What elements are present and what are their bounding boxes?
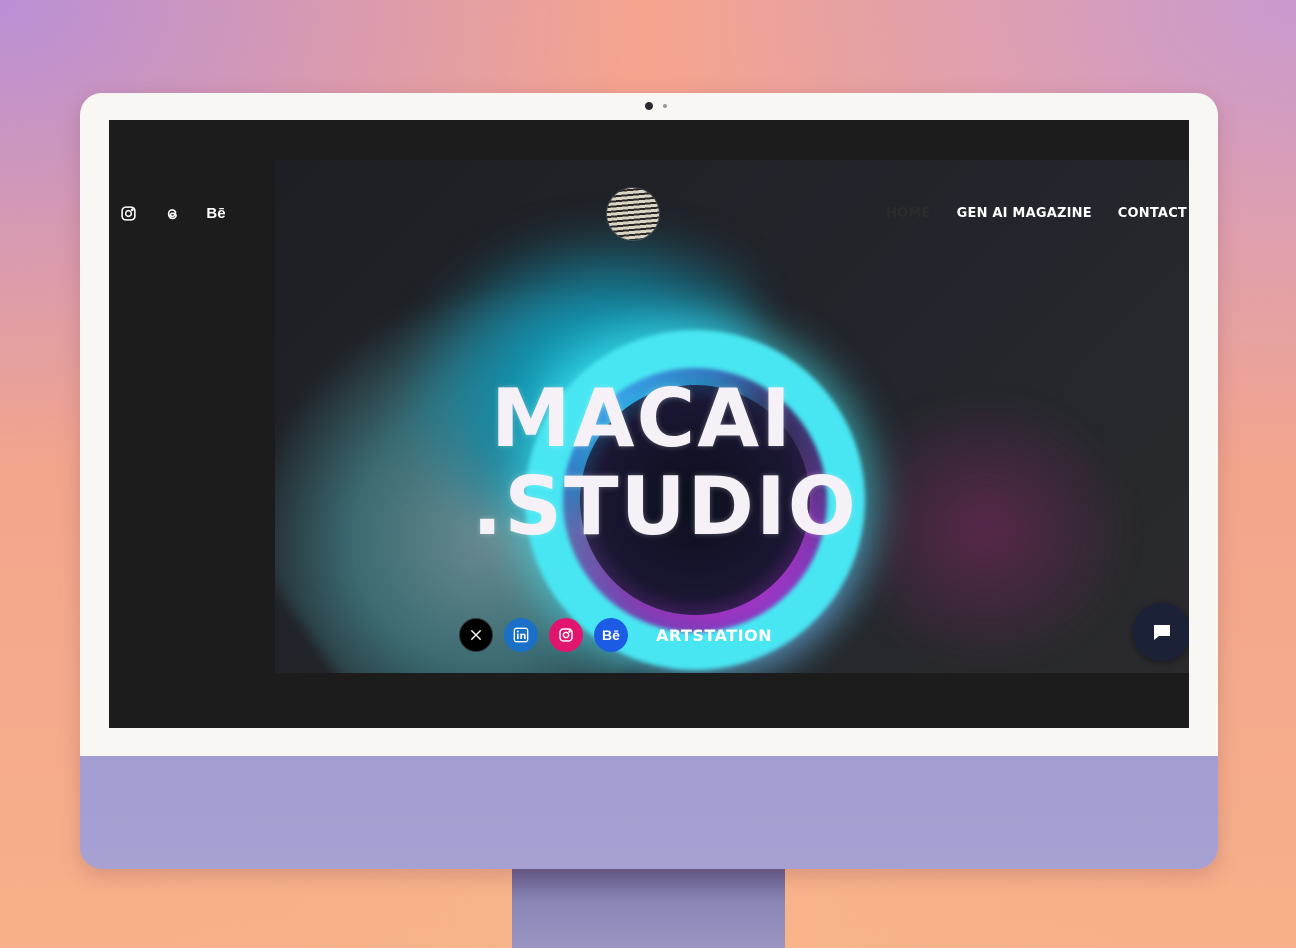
nav-gen-ai-magazine[interactable]: GEN AI MAGAZINE bbox=[957, 206, 1092, 221]
threads-icon[interactable] bbox=[163, 204, 181, 222]
x-icon[interactable] bbox=[459, 618, 493, 652]
header-social-links: Bē bbox=[119, 204, 226, 222]
monitor-stand bbox=[512, 866, 785, 948]
artwork-magenta-glow-right bbox=[835, 390, 1135, 670]
nav-home[interactable]: HOME bbox=[886, 206, 931, 221]
monitor-bezel: Bē HOME GEN AI MAGAZINE CONTACT MACAI .S… bbox=[80, 93, 1218, 756]
hero-title-line-1: MACAI bbox=[491, 372, 793, 465]
hero-social-links: Bē bbox=[459, 618, 628, 652]
website-screen: Bē HOME GEN AI MAGAZINE CONTACT MACAI .S… bbox=[109, 120, 1189, 728]
nav-contact[interactable]: CONTACT bbox=[1118, 206, 1187, 221]
main-nav: HOME GEN AI MAGAZINE CONTACT bbox=[886, 206, 1187, 221]
chat-icon bbox=[1154, 625, 1170, 640]
camera-dot bbox=[645, 102, 653, 110]
hero-title-line-2: .STUDIO bbox=[472, 460, 858, 553]
linkedin-icon[interactable] bbox=[504, 618, 538, 652]
instagram-icon[interactable] bbox=[549, 618, 583, 652]
behance-icon[interactable]: Bē bbox=[594, 618, 628, 652]
monitor: Bē HOME GEN AI MAGAZINE CONTACT MACAI .S… bbox=[80, 93, 1218, 869]
monitor-chin bbox=[80, 756, 1218, 869]
behance-icon[interactable]: Bē bbox=[206, 204, 225, 222]
instagram-icon[interactable] bbox=[119, 204, 137, 222]
studio-logo[interactable] bbox=[607, 188, 659, 240]
sensor-dot bbox=[663, 104, 667, 108]
hero-title: MACAI .STUDIO bbox=[472, 372, 858, 553]
artstation-link[interactable]: ARTSTATION bbox=[656, 626, 772, 645]
chat-button[interactable] bbox=[1133, 603, 1189, 661]
